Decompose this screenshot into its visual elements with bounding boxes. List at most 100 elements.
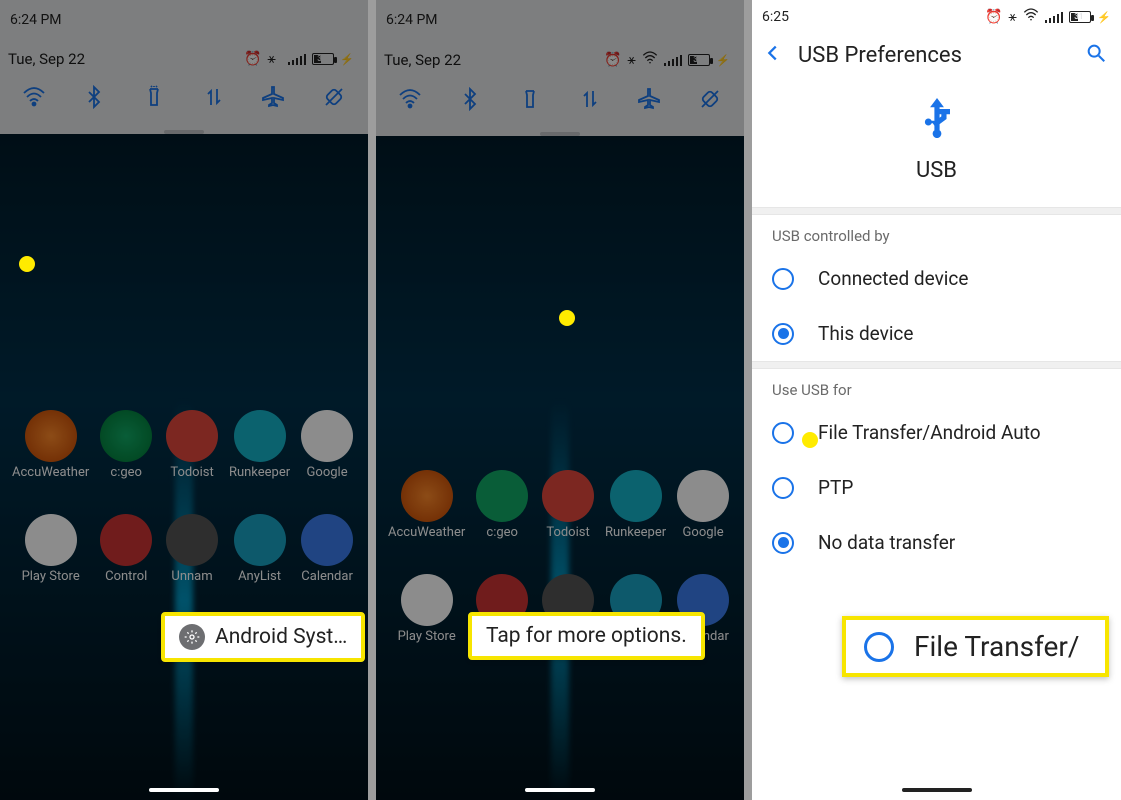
app[interactable]: Google — [674, 470, 732, 556]
shade-handle[interactable] — [164, 130, 204, 134]
callout-3: File Transfer/ — [842, 616, 1109, 677]
wifi-icon — [1023, 7, 1039, 27]
screenshot-divider — [368, 0, 376, 800]
bluetooth-toggle[interactable] — [79, 82, 109, 112]
app[interactable]: Todoist — [163, 410, 221, 496]
option-connected-device[interactable]: Connected device — [752, 251, 1121, 306]
option-label: Connected device — [818, 267, 968, 290]
screenshot-divider — [744, 0, 752, 800]
phone-3: 6:25 ⏰ ⚹ 31 ⚡ USB Preferences USB USB con… — [752, 0, 1121, 800]
callout-text: File Transfer/ — [914, 630, 1079, 663]
airplane-toggle[interactable] — [635, 84, 665, 114]
radio-icon — [864, 632, 894, 662]
phone-1: AccuWeather c:geo Todoist Runkeeper Goog… — [0, 0, 368, 800]
alarm-icon: ⏰ — [604, 52, 621, 68]
section-controlled-by: USB controlled by — [752, 215, 1121, 251]
wifi-toggle[interactable] — [19, 82, 49, 112]
app[interactable]: Play Store — [388, 574, 465, 660]
option-label: No data transfer — [818, 531, 955, 554]
quick-settings — [376, 70, 744, 132]
status-bar: 6:24 PM — [0, 0, 368, 34]
gesture-pill[interactable] — [149, 788, 219, 792]
option-label: PTP — [818, 476, 853, 499]
wifi-icon — [642, 50, 658, 70]
signal-icon — [288, 53, 307, 65]
app[interactable]: c:geo — [97, 410, 155, 496]
flashlight-toggle[interactable] — [515, 84, 545, 114]
clock: 6:25 — [762, 9, 789, 25]
wifi-toggle[interactable] — [395, 84, 425, 114]
clock: 6:24 PM — [10, 12, 62, 28]
radio-icon-selected — [772, 323, 794, 345]
status-icons: ⏰ ⚹ 31 ⚡ — [604, 50, 730, 70]
app[interactable]: AnyList — [229, 514, 290, 600]
app[interactable]: Calendar — [298, 514, 356, 600]
app[interactable]: Google — [298, 410, 356, 496]
alarm-icon: ⏰ — [244, 51, 261, 67]
section-use-usb-for: Use USB for — [752, 369, 1121, 405]
app[interactable]: c:geo — [473, 470, 531, 556]
rotate-toggle[interactable] — [319, 82, 349, 112]
data-toggle[interactable] — [199, 82, 229, 112]
bluetooth-icon: ⚹ — [627, 52, 635, 68]
usb-icon — [916, 96, 958, 148]
rotate-toggle[interactable] — [695, 84, 725, 114]
battery-icon: 31 — [312, 53, 334, 65]
airplane-toggle[interactable] — [259, 82, 289, 112]
search-button[interactable] — [1085, 42, 1107, 68]
charging-icon: ⚡ — [716, 54, 730, 67]
option-ptp[interactable]: PTP — [752, 460, 1121, 515]
gesture-pill[interactable] — [902, 788, 972, 792]
option-this-device[interactable]: This device — [752, 306, 1121, 361]
app-grid: AccuWeather c:geo Todoist Runkeeper Goog… — [0, 410, 368, 600]
data-toggle[interactable] — [575, 84, 605, 114]
battery-icon: 31 — [688, 54, 710, 66]
usb-hero: USB — [752, 86, 1121, 207]
flashlight-toggle[interactable] — [139, 82, 169, 112]
bluetooth-toggle[interactable] — [455, 84, 485, 114]
annotation-dot — [559, 310, 575, 326]
battery-icon: 31 — [1069, 11, 1091, 23]
radio-icon — [772, 477, 794, 499]
clock: 6:24 PM — [386, 12, 438, 28]
charging-icon: ⚡ — [1097, 11, 1111, 24]
date: Tue, Sep 22 — [8, 50, 85, 68]
option-label: This device — [818, 322, 913, 345]
page-title: USB Preferences — [798, 43, 1071, 68]
option-label: File Transfer/Android Auto — [818, 421, 1041, 444]
bluetooth-icon: ⚹ — [1008, 9, 1016, 25]
callout-1: Android Syst… — [163, 614, 363, 660]
callout-text: Tap for more options. — [486, 624, 687, 648]
settings-header: USB Preferences — [752, 30, 1121, 86]
annotation-dot — [19, 256, 35, 272]
app[interactable]: Runkeeper — [229, 410, 290, 496]
app[interactable]: AccuWeather — [12, 410, 89, 496]
app[interactable]: Play Store — [12, 514, 89, 600]
app[interactable]: Control — [97, 514, 155, 600]
app[interactable]: AccuWeather — [388, 470, 465, 556]
status-bar: 6:25 ⏰ ⚹ 31 ⚡ — [752, 0, 1121, 30]
app[interactable]: Todoist — [539, 470, 597, 556]
gesture-pill[interactable] — [525, 788, 595, 792]
date: Tue, Sep 22 — [384, 51, 461, 69]
signal-icon — [1045, 11, 1064, 23]
callout-2: Tap for more options. — [470, 614, 703, 658]
shade-handle[interactable] — [540, 132, 580, 136]
alarm-icon: ⏰ — [985, 9, 1002, 25]
back-button[interactable] — [762, 42, 784, 68]
notification-shade: 6:24 PM Tue, Sep 22 ⏰ ⚹ 31 ⚡ — [0, 0, 368, 134]
annotation-dot — [802, 432, 818, 448]
option-no-data[interactable]: No data transfer — [752, 515, 1121, 570]
radio-icon-selected — [772, 532, 794, 554]
usb-label: USB — [752, 152, 1121, 183]
app[interactable]: Runkeeper — [605, 470, 666, 556]
quick-settings — [0, 68, 368, 130]
signal-icon — [664, 54, 683, 66]
charging-icon: ⚡ — [340, 53, 354, 66]
callout-text: Android Syst… — [215, 625, 347, 649]
status-icons: ⏰ ⚹ 31 ⚡ — [244, 51, 354, 67]
radio-icon — [772, 268, 794, 290]
app[interactable]: Unnam — [163, 514, 221, 600]
phone-2: AccuWeather c:geo Todoist Runkeeper Goog… — [376, 0, 744, 800]
notification-shade: 6:24 PM Tue, Sep 22 ⏰ ⚹ 31 ⚡ — [376, 0, 744, 136]
